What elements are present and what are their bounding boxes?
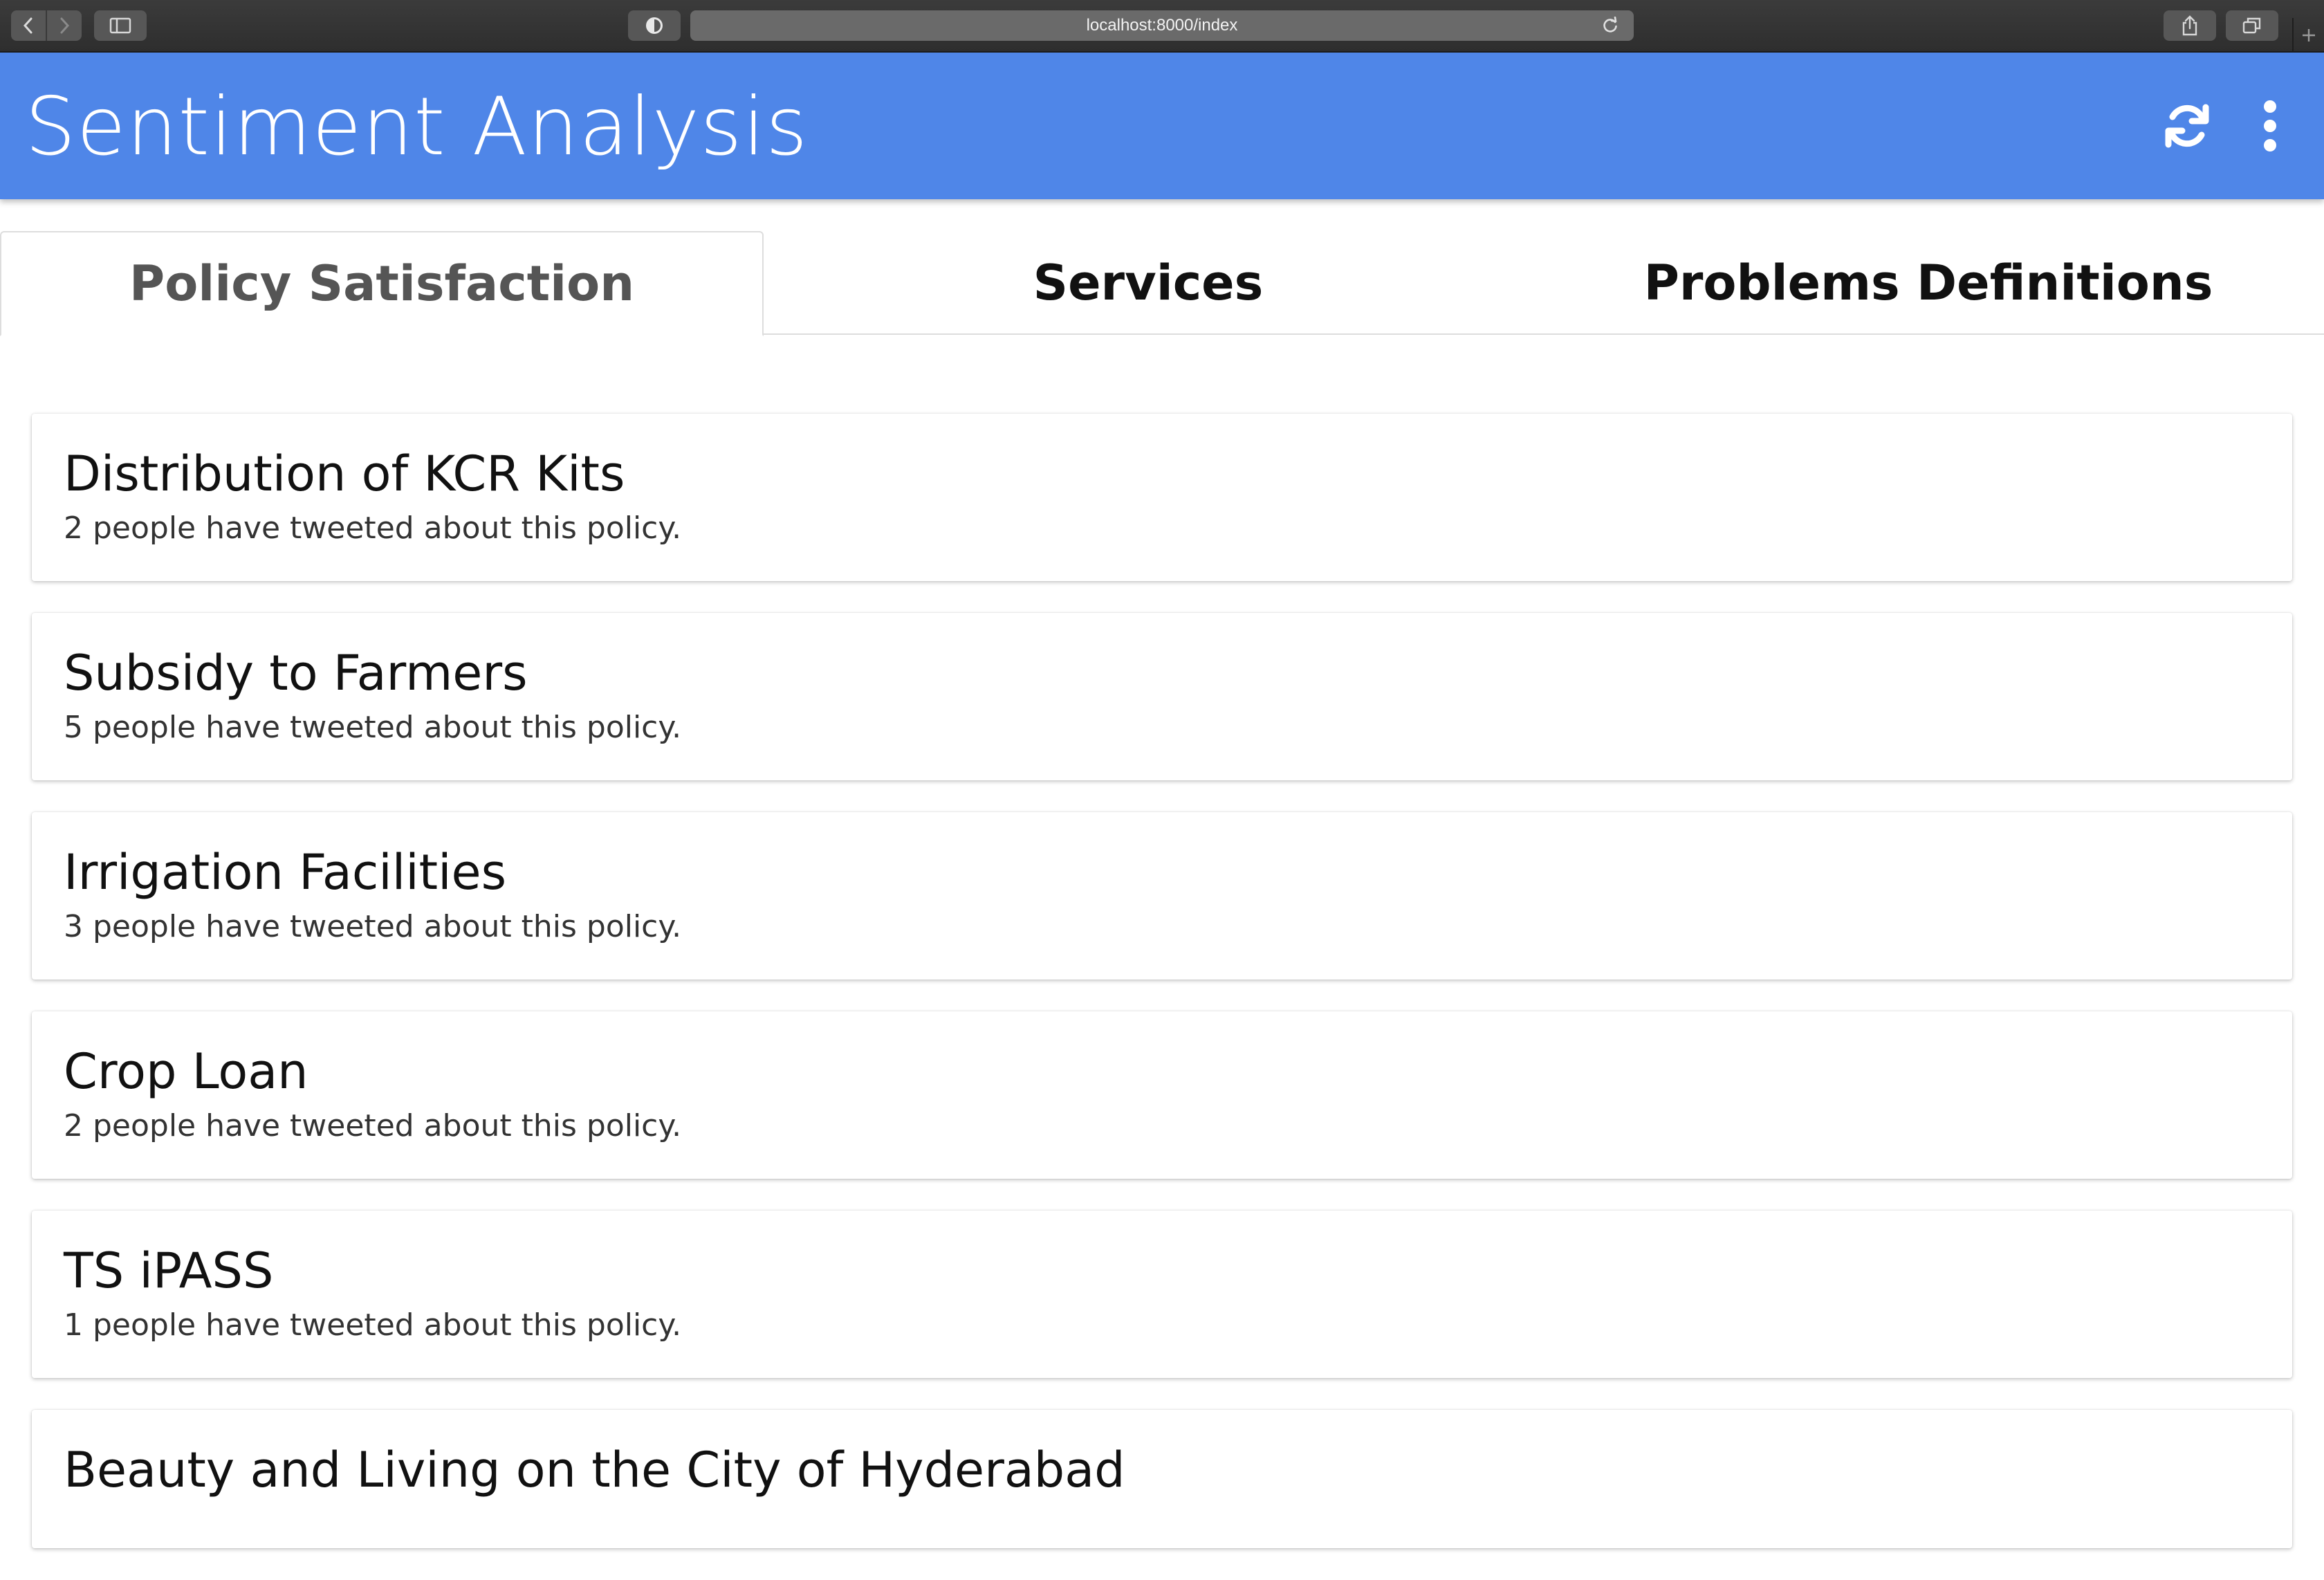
policy-card[interactable]: Crop Loan 2 people have tweeted about th… — [32, 1011, 2292, 1179]
policy-card[interactable]: Beauty and Living on the City of Hyderab… — [32, 1410, 2292, 1548]
tabs-icon — [2242, 17, 2261, 34]
policy-title: Crop Loan — [64, 1043, 308, 1100]
tab-problems-definitions[interactable]: Problems Definitions — [1533, 231, 2324, 335]
browser-toolbar: localhost:8000/index — [0, 0, 2324, 53]
policy-tweet-count: 1 people have tweeted about this policy. — [64, 1307, 682, 1343]
back-button[interactable] — [11, 10, 46, 41]
policy-tweet-count: 2 people have tweeted about this policy. — [64, 511, 682, 546]
shield-icon — [646, 17, 663, 34]
app-header: Sentiment Analysis — [0, 53, 2324, 199]
policy-title: Irrigation Facilities — [64, 844, 507, 901]
policy-card[interactable]: Distribution of KCR Kits 2 people have t… — [32, 414, 2292, 581]
chevron-left-icon — [23, 17, 33, 34]
policy-tweet-count: 2 people have tweeted about this policy. — [64, 1108, 682, 1143]
policy-title: TS iPASS — [64, 1242, 274, 1299]
policy-card[interactable]: Subsidy to Farmers 5 people have tweeted… — [32, 613, 2292, 780]
refresh-icon — [2165, 104, 2209, 148]
sidebar-button[interactable] — [94, 10, 147, 41]
policy-title: Distribution of KCR Kits — [64, 445, 625, 502]
more-vert-icon — [2264, 100, 2276, 151]
tab-services[interactable]: Services — [764, 231, 1533, 335]
sidebar-icon — [109, 17, 131, 34]
more-options-button[interactable] — [2238, 94, 2302, 158]
forward-button[interactable] — [46, 10, 82, 41]
share-button[interactable] — [2164, 10, 2216, 41]
share-icon — [2182, 15, 2197, 36]
address-bar[interactable]: localhost:8000/index — [690, 10, 1634, 41]
plus-icon — [2303, 29, 2315, 42]
policy-card[interactable]: Irrigation Facilities 3 people have twee… — [32, 812, 2292, 980]
chevron-right-icon — [60, 17, 70, 34]
app-title: Sentiment Analysis — [25, 80, 809, 174]
url-text: localhost:8000/index — [1086, 16, 1238, 35]
policy-title: Beauty and Living on the City of Hyderab… — [64, 1442, 1125, 1498]
tab-policy-satisfaction[interactable]: Policy Satisfaction — [0, 231, 764, 336]
policy-title: Subsidy to Farmers — [64, 645, 528, 701]
privacy-button[interactable] — [628, 10, 681, 41]
policy-tweet-count: 3 people have tweeted about this policy. — [64, 909, 682, 944]
policy-list: Distribution of KCR Kits 2 people have t… — [32, 414, 2292, 1580]
policy-card[interactable]: TS iPASS 1 people have tweeted about thi… — [32, 1211, 2292, 1378]
new-tab-button[interactable] — [2292, 18, 2324, 53]
policy-tweet-count: 5 people have tweeted about this policy. — [64, 710, 682, 745]
reload-icon — [1603, 17, 1617, 33]
history-nav — [11, 10, 82, 41]
tab-bar: Policy Satisfaction Services Problems De… — [0, 231, 2324, 336]
tab-overview-button[interactable] — [2226, 10, 2278, 41]
reload-button[interactable] — [1599, 15, 1621, 37]
refresh-button[interactable] — [2155, 94, 2219, 158]
